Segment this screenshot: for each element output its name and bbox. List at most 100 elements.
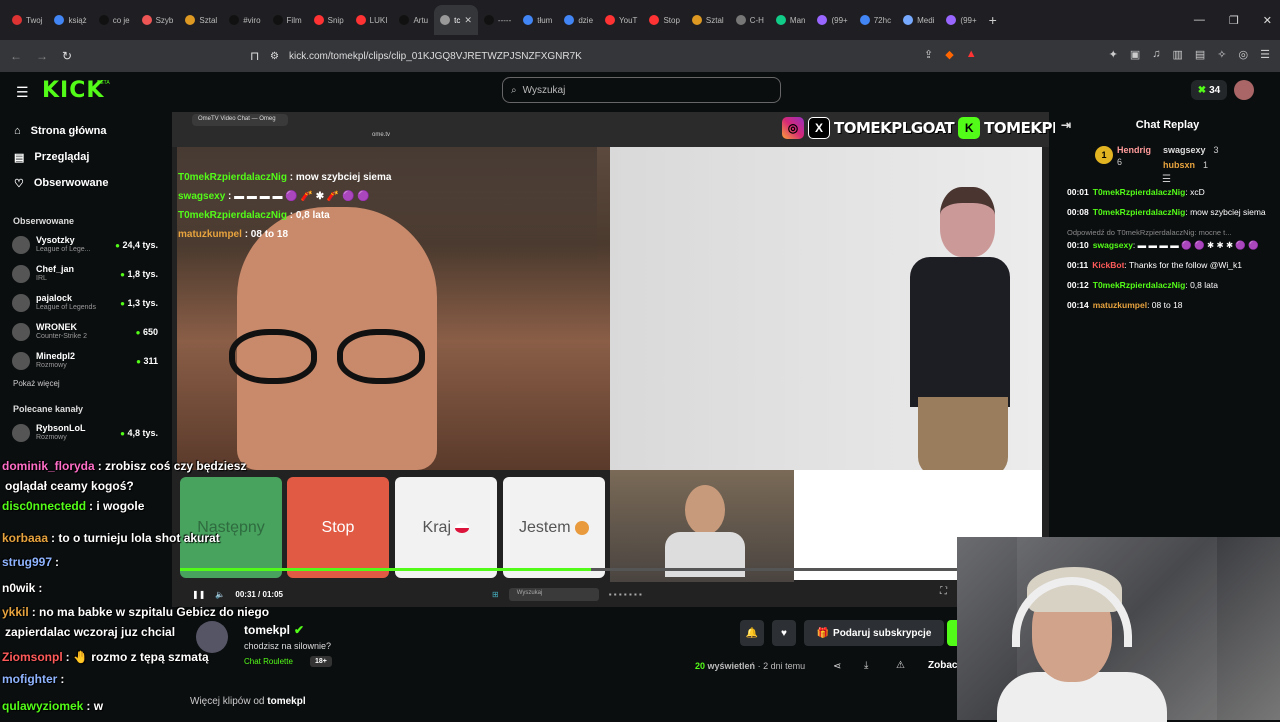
extensions-icon[interactable]: ✦ bbox=[1109, 48, 1118, 61]
follow-heart-icon[interactable]: ♥ bbox=[772, 620, 796, 646]
address-bar-row: ← → ↻ ⊓ ⚙ kick.com/tomekpl/clips/clip_01… bbox=[0, 40, 1280, 72]
search-box[interactable]: ⌕ Wyszukaj bbox=[502, 77, 781, 103]
back-icon[interactable]: ← bbox=[10, 49, 22, 63]
heart-icon: ♡ bbox=[14, 177, 24, 190]
screenshot-icon[interactable]: ▣ bbox=[1130, 48, 1140, 61]
ai-icon[interactable]: ✧ bbox=[1217, 48, 1226, 61]
browser-tab[interactable]: Artu bbox=[393, 5, 434, 35]
browser-tab[interactable]: Snip bbox=[308, 5, 350, 35]
brave-shield-icon[interactable]: ◆ bbox=[945, 48, 953, 61]
browser-tab[interactable]: tc ✕ bbox=[434, 5, 478, 35]
url-field[interactable]: ⚙ kick.com/tomekpl/clips/clip_01KJGQ8VJR… bbox=[270, 46, 990, 66]
browser-tab[interactable]: LUKI bbox=[350, 5, 394, 35]
sidebar-channel[interactable]: WRONEK Counter-Strike 2 ● 650 bbox=[0, 317, 170, 346]
stream-chat-line: n0wik: bbox=[2, 581, 42, 596]
bookmark-icon[interactable]: ⊓ bbox=[250, 49, 259, 63]
viewer-count: 24,4 tys. bbox=[122, 239, 158, 250]
points-badge[interactable]: ✖ 34 bbox=[1191, 80, 1227, 100]
nav-item[interactable]: ♡ Obserwowane bbox=[0, 170, 170, 196]
watch-button[interactable]: Zobac bbox=[928, 660, 957, 671]
share-clip-icon[interactable]: ⋖ bbox=[833, 661, 841, 672]
browser-tab[interactable]: książ bbox=[48, 5, 92, 35]
rewards-icon[interactable]: ▲ bbox=[966, 48, 977, 61]
gift-subs-button[interactable]: 🎁 Podaruj subskrypcje bbox=[804, 620, 944, 646]
browser-tab[interactable]: (99+ bbox=[811, 5, 853, 35]
vpn-icon[interactable]: ◎ bbox=[1239, 48, 1249, 61]
browser-tab[interactable]: 72hc bbox=[854, 5, 897, 35]
channel-name: Chef_jan bbox=[36, 263, 75, 274]
inner-tab: OmeTV Video Chat — Omeg bbox=[192, 114, 288, 126]
tab-favicon-icon bbox=[229, 15, 240, 25]
message-user[interactable]: T0mekRzpierdalaczNig bbox=[1093, 207, 1186, 217]
filter-icon[interactable]: ☰ bbox=[1162, 174, 1171, 185]
nav-item-label: Obserwowane bbox=[33, 177, 109, 189]
sidebar-channel[interactable]: Minedpl2 Rozmowy ● 311 bbox=[0, 346, 170, 375]
browser-tab[interactable]: (99+ bbox=[940, 5, 982, 35]
browser-tab[interactable]: Szyb bbox=[136, 5, 180, 35]
new-tab-button[interactable]: + bbox=[989, 12, 997, 28]
user-avatar[interactable] bbox=[1234, 80, 1254, 100]
tab-favicon-icon bbox=[98, 15, 109, 25]
stream-chat-user: disc0nnectedd bbox=[2, 499, 87, 513]
sidebar-icon[interactable]: ▥ bbox=[1172, 48, 1182, 61]
hamburger-menu-icon[interactable]: ☰ bbox=[16, 84, 29, 101]
browser-tab[interactable]: ----- bbox=[478, 5, 517, 35]
browser-tab[interactable]: YouT bbox=[599, 5, 643, 35]
show-more-link[interactable]: Pokaż więcej bbox=[0, 375, 170, 392]
sidebar-channel[interactable]: pajalock League of Legends ● 1,3 tys. bbox=[0, 288, 170, 317]
browser-tab[interactable]: C-H bbox=[730, 5, 770, 35]
sidebar-channel[interactable]: Vysotzky League of Lege... ● 24,4 tys. bbox=[0, 230, 170, 259]
browser-tab[interactable]: tłum bbox=[517, 5, 558, 35]
reload-icon[interactable]: ↻ bbox=[62, 49, 72, 63]
browser-tab[interactable]: dzie bbox=[558, 5, 599, 35]
tab-label: C-H bbox=[749, 15, 764, 25]
video-player[interactable]: OmeTV Video Chat — Omeg ome.tv ◎ X TOMEK… bbox=[172, 112, 1062, 607]
browser-tab[interactable]: Medi bbox=[897, 5, 940, 35]
sidebar-channel[interactable]: RybsonLoL Rozmowy ● 4,8 tys. bbox=[0, 418, 170, 447]
message-user[interactable]: T0mekRzpierdalaczNig bbox=[1093, 280, 1186, 290]
top-gifter: Hendrig 6 bbox=[1117, 144, 1151, 168]
message-user[interactable]: KickBot bbox=[1092, 260, 1124, 270]
search-input[interactable]: Wyszukaj bbox=[523, 85, 566, 96]
browser-tab[interactable]: Sztal bbox=[179, 5, 223, 35]
stream-chat-line: disc0nnectedd: i wogole bbox=[2, 499, 144, 514]
sidebar-channel[interactable]: Chef_jan IRL ● 1,8 tys. bbox=[0, 259, 170, 288]
clip-info: tomekpl ✔ chodzisz na silownie? Chat Roul… bbox=[190, 615, 960, 720]
kick-logo[interactable]: KICK bbox=[42, 78, 104, 103]
site-info-icon[interactable]: ⚙ bbox=[270, 51, 279, 62]
share-icon[interactable]: ⇪ bbox=[924, 48, 933, 61]
message-user[interactable]: matuzkumpel bbox=[1093, 300, 1147, 310]
nav-item[interactable]: ▤ Przeglądaj bbox=[0, 144, 170, 170]
browser-tab[interactable]: Man bbox=[770, 5, 812, 35]
close-window-button[interactable]: ✕ bbox=[1263, 14, 1272, 27]
minimize-button[interactable]: — bbox=[1194, 14, 1205, 26]
report-icon[interactable]: ⚠ bbox=[896, 660, 905, 671]
browser-tab[interactable]: Stop bbox=[643, 5, 685, 35]
music-icon[interactable]: ♫ bbox=[1152, 48, 1160, 61]
channel-category: Rozmowy bbox=[36, 433, 67, 441]
browser-tab[interactable]: Sztal bbox=[686, 5, 730, 35]
close-tab-icon[interactable]: ✕ bbox=[464, 15, 472, 26]
leaderboard: 1 Hendrig 6 swagsexy 3 hubsxn 1 ☰ bbox=[1055, 138, 1280, 185]
forward-icon[interactable]: → bbox=[36, 49, 48, 63]
wallet-icon[interactable]: ▤ bbox=[1195, 48, 1205, 61]
browser-tab[interactable]: co je bbox=[93, 5, 136, 35]
chat-messages: 00:01 T0mekRzpierdalaczNig: xcD 00:08 T0mek… bbox=[1055, 176, 1280, 312]
tab-label: co je bbox=[112, 15, 130, 25]
overlay-chat-user: matuzkumpel bbox=[178, 229, 242, 240]
maximize-button[interactable]: ❐ bbox=[1229, 14, 1239, 27]
message-user[interactable]: T0mekRzpierdalaczNig bbox=[1093, 187, 1186, 197]
menu-icon[interactable]: ☰ bbox=[1260, 48, 1270, 61]
collapse-chat-icon[interactable]: ⇥ bbox=[1061, 118, 1071, 132]
message-user[interactable]: swagsexy bbox=[1093, 240, 1133, 250]
download-icon[interactable]: ⤓ bbox=[864, 660, 868, 671]
browser-tab[interactable]: Film bbox=[267, 5, 308, 35]
nav-item[interactable]: ⌂ Strona główna bbox=[0, 118, 170, 144]
bell-icon[interactable]: 🔔 bbox=[740, 620, 764, 646]
message-text: : 0,8 lata bbox=[1185, 280, 1218, 290]
stream-chat-line: qulawyziomek: w bbox=[2, 699, 103, 714]
browser-tab[interactable]: #viro bbox=[223, 5, 266, 35]
tab-favicon-icon bbox=[355, 15, 366, 25]
fullscreen-icon[interactable]: ⛶ bbox=[940, 586, 947, 597]
browser-tab[interactable]: Twoj bbox=[6, 5, 48, 35]
